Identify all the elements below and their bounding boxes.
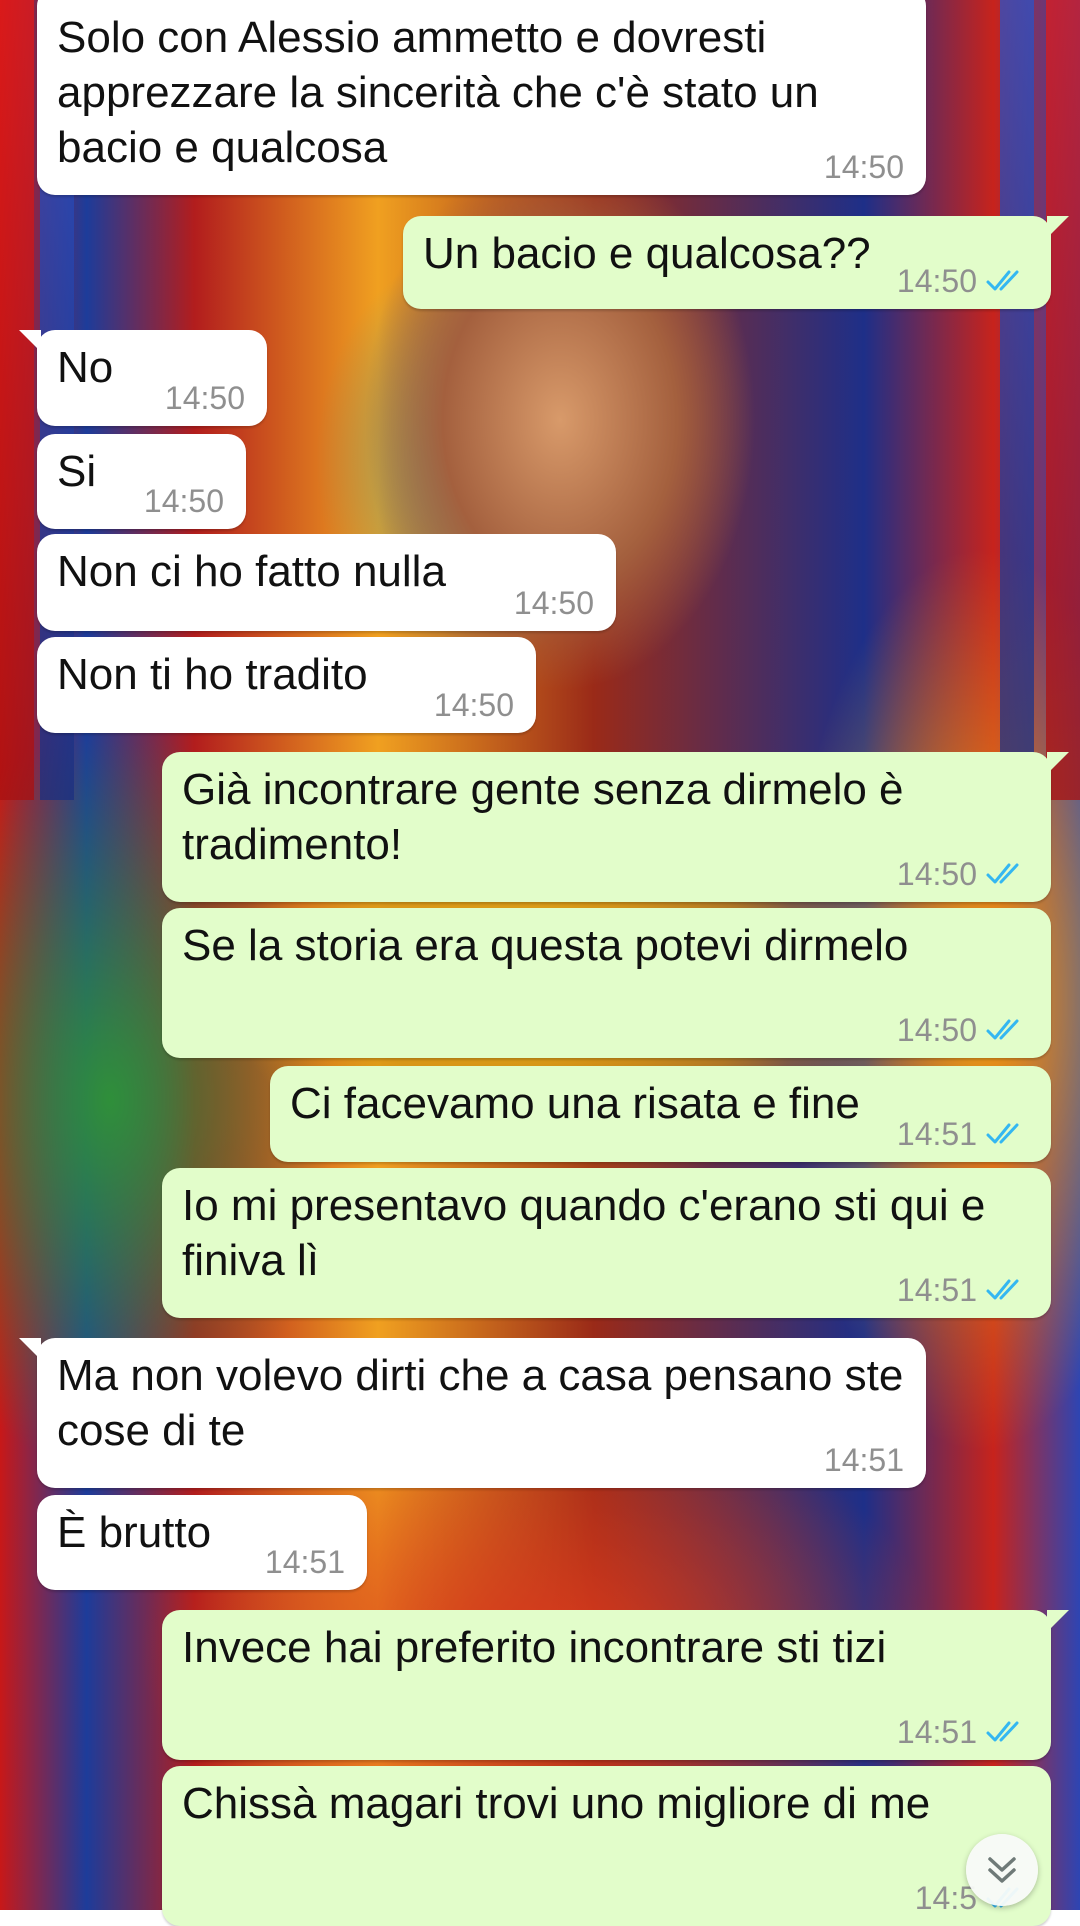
message-timestamp: 14:51	[264, 1544, 345, 1580]
outgoing-message-bubble[interactable]: Ci facevamo una risata e fine 14:51	[270, 1066, 1051, 1162]
message-timestamp: 14:5	[914, 1880, 977, 1916]
double-check-icon	[986, 270, 1019, 291]
message-text: Ci facevamo una risata e fine	[290, 1079, 860, 1128]
message-meta: 14:50	[897, 1012, 1029, 1048]
message-meta: 14:51	[265, 1544, 345, 1580]
message-meta: 14:51	[897, 1714, 1029, 1750]
message-meta: 14:50	[434, 687, 514, 723]
message-text: Si	[57, 447, 97, 496]
message-meta: 14:50	[897, 856, 1029, 892]
message-timestamp: 14:50	[433, 687, 514, 723]
message-text: Non ti ho tradito	[57, 650, 368, 699]
message-timestamp: 14:50	[896, 263, 977, 299]
chevron-double-down-icon	[988, 1857, 1016, 1883]
message-text: Un bacio e qualcosa??	[423, 229, 871, 278]
message-timestamp: 14:50	[823, 149, 904, 185]
message-timestamp: 14:51	[896, 1116, 977, 1152]
outgoing-message-bubble[interactable]: Io mi presentavo quando c'erano sti qui …	[162, 1168, 1051, 1318]
double-check-icon	[986, 1019, 1019, 1040]
wallpaper-stripe	[1000, 0, 1034, 800]
message-timestamp: 14:50	[896, 856, 977, 892]
message-meta: 14:50	[824, 149, 904, 185]
message-meta: 14:50	[514, 585, 594, 621]
message-timestamp: 14:50	[164, 380, 245, 416]
wallpaper-stripe	[0, 0, 34, 800]
outgoing-message-bubble[interactable]: Già incontrare gente senza dirmelo è tra…	[162, 752, 1069, 902]
message-text: No	[57, 343, 114, 392]
message-text: Io mi presentavo quando c'erano sti qui …	[182, 1181, 986, 1285]
message-meta: 14:51	[897, 1116, 1029, 1152]
incoming-message-bubble[interactable]: È brutto 14:51	[37, 1495, 367, 1590]
incoming-message-bubble[interactable]: No 14:50	[19, 330, 267, 426]
double-check-icon	[986, 1123, 1019, 1144]
incoming-message-bubble[interactable]: Non ci ho fatto nulla 14:50	[37, 534, 616, 631]
scroll-to-bottom-button[interactable]	[966, 1834, 1038, 1906]
message-timestamp: 14:51	[896, 1714, 977, 1750]
message-meta: 14:51	[824, 1442, 904, 1478]
incoming-message-bubble[interactable]: Non ti ho tradito 14:50	[37, 637, 536, 733]
outgoing-message-bubble[interactable]: Un bacio e qualcosa?? 14:50	[403, 216, 1069, 309]
outgoing-message-bubble[interactable]: Invece hai preferito incontrare sti tizi…	[162, 1610, 1069, 1760]
outgoing-message-bubble[interactable]: Se la storia era questa potevi dirmelo 14…	[162, 908, 1051, 1058]
message-meta: 14:50	[897, 263, 1029, 299]
message-text: È brutto	[57, 1508, 212, 1557]
message-text: Solo con Alessio ammetto e dovresti appr…	[57, 13, 819, 172]
message-timestamp: 14:50	[143, 483, 224, 519]
outgoing-message-bubble[interactable]: Chissà magari trovi uno migliore di me 14…	[162, 1766, 1051, 1926]
message-text: Se la storia era questa potevi dirmelo	[182, 921, 909, 970]
double-check-icon	[986, 1721, 1019, 1742]
message-timestamp: 14:51	[823, 1442, 904, 1478]
message-text: Già incontrare gente senza dirmelo è tra…	[182, 765, 904, 869]
message-meta: 14:50	[144, 483, 224, 519]
incoming-message-bubble[interactable]: Si 14:50	[37, 434, 246, 529]
message-timestamp: 14:50	[896, 1012, 977, 1048]
message-meta: 14:50	[165, 380, 245, 416]
message-meta: 14:51	[897, 1272, 1029, 1308]
message-timestamp: 14:50	[513, 585, 594, 621]
message-text: Ma non volevo dirti che a casa pensano s…	[57, 1351, 904, 1455]
message-text: Non ci ho fatto nulla	[57, 547, 446, 596]
double-check-icon	[986, 863, 1019, 884]
message-text: Invece hai preferito incontrare sti tizi	[182, 1623, 887, 1672]
message-text: Chissà magari trovi uno migliore di me	[182, 1779, 931, 1828]
incoming-message-bubble[interactable]: Solo con Alessio ammetto e dovresti appr…	[37, 0, 926, 195]
double-check-icon	[986, 1279, 1019, 1300]
wallpaper-stripe	[1046, 0, 1080, 800]
incoming-message-bubble[interactable]: Ma non volevo dirti che a casa pensano s…	[19, 1338, 926, 1488]
message-timestamp: 14:51	[896, 1272, 977, 1308]
